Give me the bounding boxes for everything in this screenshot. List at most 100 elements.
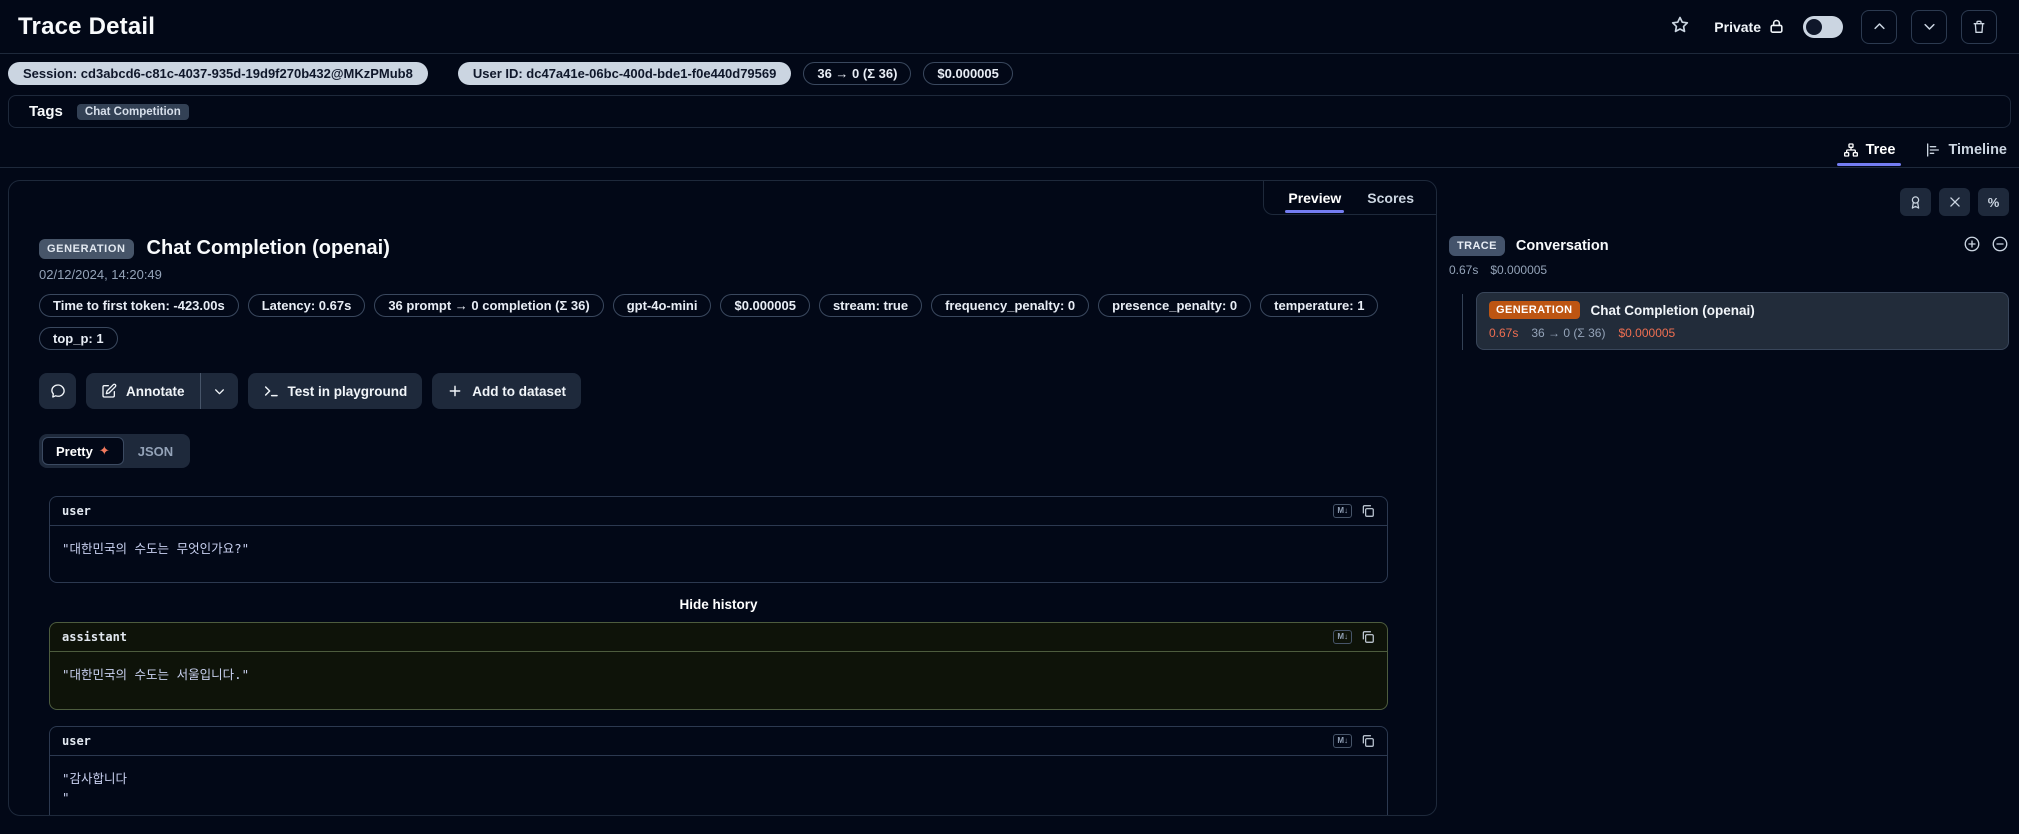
tag-chip[interactable]: Chat Competition <box>76 103 189 120</box>
frequency-penalty-pill: frequency_penalty: 0 <box>931 294 1090 317</box>
privacy-indicator: Private <box>1714 18 1785 35</box>
message-content: "대한민국의 수도는 무엇인가요?" <box>62 541 250 556</box>
trace-root-row[interactable]: TRACE Conversation <box>1449 235 2009 256</box>
tab-preview[interactable]: Preview <box>1285 181 1345 215</box>
copy-icon[interactable] <box>1361 504 1375 518</box>
tab-timeline[interactable]: Timeline <box>1923 142 2009 167</box>
hide-history-button[interactable]: Hide history <box>679 597 757 612</box>
node-cost: $0.000005 <box>1618 326 1676 340</box>
terminal-icon <box>263 383 279 399</box>
test-in-playground-button[interactable]: Test in playground <box>247 373 423 409</box>
previous-trace-button[interactable] <box>1861 9 1897 44</box>
message-header: assistant M↓ <box>50 623 1387 653</box>
message-header: user M↓ <box>50 727 1387 756</box>
tab-tree-label: Tree <box>1865 142 1896 158</box>
chat-bubble-icon <box>50 383 66 399</box>
generation-badge: GENERATION <box>1489 301 1580 319</box>
cost-pill: $0.000005 <box>720 294 810 317</box>
observation-metrics-row: Time to first token: -423.00s Latency: 0… <box>39 294 1396 317</box>
next-trace-button[interactable] <box>1911 9 1947 44</box>
user-id-badge[interactable]: User ID: dc47a41e-06bc-400d-bde1-f0e440d… <box>457 62 792 85</box>
chevron-up-icon <box>1872 19 1887 34</box>
edit-pen-icon <box>101 383 117 399</box>
node-title: Chat Completion (openai) <box>1590 302 1755 318</box>
model-pill: gpt-4o-mini <box>612 294 712 317</box>
message-content: "대한민국의 수도는 서울입니다." <box>62 667 250 683</box>
message-content: "감사합니다 " <box>62 770 128 806</box>
trace-title: Conversation <box>1515 237 1609 254</box>
tab-tree[interactable]: Tree <box>1836 142 1902 167</box>
message-role: user <box>62 504 91 518</box>
generation-type-badge: GENERATION <box>39 238 134 259</box>
copy-icon[interactable] <box>1361 630 1375 644</box>
sparkles-icon: ✦ <box>98 443 110 458</box>
comments-button[interactable] <box>39 373 76 409</box>
preview-scores-tabs: Preview Scores <box>1263 181 1436 215</box>
token-usage-badge: 36 → 0 (Σ 36) <box>803 62 912 85</box>
session-badge[interactable]: Session: cd3abcd6-c81c-4037-935d-19d9f27… <box>8 62 428 85</box>
observation-preview-card: Preview Scores GENERATION Chat Completio… <box>8 180 1437 816</box>
minus-circle-icon <box>1991 235 2009 253</box>
annotate-button[interactable]: Annotate <box>86 373 200 409</box>
markdown-toggle-icon[interactable]: M↓ <box>1333 733 1352 748</box>
observation-actions: Annotate Test in playground Add to datas… <box>39 373 1396 409</box>
annotate-label: Annotate <box>126 383 185 399</box>
tab-timeline-label: Timeline <box>1948 142 2007 158</box>
plus-icon <box>447 383 463 399</box>
latency-pill: Latency: 0.67s <box>247 294 366 317</box>
markdown-toggle-icon[interactable]: M↓ <box>1333 504 1352 518</box>
tab-pretty[interactable]: Pretty ✦ <box>42 437 124 465</box>
observation-metrics-row-2: top_p: 1 <box>39 327 1396 350</box>
bookmark-star-button[interactable] <box>1666 11 1694 42</box>
tree-toolbar: % <box>1449 188 2009 216</box>
trace-cost: $0.000005 <box>1490 263 1548 277</box>
annotate-dropdown-button[interactable] <box>200 373 238 409</box>
message-header: user M↓ <box>50 497 1387 526</box>
temperature-pill: temperature: 1 <box>1260 294 1379 317</box>
tab-scores[interactable]: Scores <box>1367 181 1414 215</box>
public-share-toggle[interactable] <box>1803 15 1843 38</box>
trace-meta-row: Session: cd3abcd6-c81c-4037-935d-19d9f27… <box>0 54 2019 91</box>
award-icon <box>1908 195 1923 210</box>
message-user-1: user M↓ "대한민국의 수도는 무엇인가요?" <box>49 496 1388 584</box>
tab-json[interactable]: JSON <box>124 438 187 465</box>
node-tokens: 36 → 0 (Σ 36) <box>1531 326 1606 340</box>
timeline-icon <box>1925 142 1941 158</box>
presence-penalty-pill: presence_penalty: 0 <box>1098 294 1252 317</box>
collapse-tree-button[interactable] <box>1991 235 2009 256</box>
observation-tree: GENERATION Chat Completion (openai) 0.67… <box>1449 292 2009 808</box>
tags-label: Tags <box>29 103 63 120</box>
add-to-dataset-label: Add to dataset <box>472 383 567 399</box>
toggle-knob <box>1806 18 1822 35</box>
copy-icon[interactable] <box>1361 734 1375 748</box>
privacy-label: Private <box>1714 18 1761 35</box>
tags-container: Tags Chat Competition <box>8 95 2011 128</box>
metrics-toggle-button[interactable]: % <box>1978 188 2009 216</box>
percent-icon: % <box>1987 194 2000 210</box>
observation-title: Chat Completion (openai) <box>146 237 390 259</box>
trash-icon <box>1971 19 1987 35</box>
collapse-icon <box>1948 195 1962 209</box>
expand-all-button[interactable] <box>1963 235 1981 256</box>
page-title: Trace Detail <box>18 12 156 40</box>
cost-badge: $0.000005 <box>923 62 1013 85</box>
token-breakdown-pill: 36 prompt → 0 completion (Σ 36) <box>374 294 604 317</box>
collapse-all-button[interactable] <box>1939 188 1970 216</box>
delete-trace-button[interactable] <box>1961 9 1997 44</box>
message-assistant: assistant M↓ "대한민국의 수도는 서울입니다." <box>49 622 1388 710</box>
observation-timestamp: 02/12/2024, 14:20:49 <box>39 267 162 282</box>
format-toggle: Pretty ✦ JSON <box>39 434 191 468</box>
annotate-split-button: Annotate <box>86 373 238 409</box>
trace-metrics: 0.67s $0.000005 <box>1449 263 2009 277</box>
chevron-down-icon <box>1922 19 1937 34</box>
tree-node-generation[interactable]: GENERATION Chat Completion (openai) 0.67… <box>1476 292 2009 350</box>
scores-toggle-button[interactable] <box>1900 188 1931 216</box>
tree-indent-guide <box>1462 294 1463 350</box>
trace-latency: 0.67s <box>1449 263 1479 277</box>
test-in-playground-label: Test in playground <box>287 383 408 399</box>
lock-icon <box>1768 18 1785 35</box>
chevron-down-icon <box>213 385 226 398</box>
markdown-toggle-icon[interactable]: M↓ <box>1333 630 1352 645</box>
time-to-first-token-pill: Time to first token: -423.00s <box>39 294 239 317</box>
add-to-dataset-button[interactable]: Add to dataset <box>432 373 582 409</box>
